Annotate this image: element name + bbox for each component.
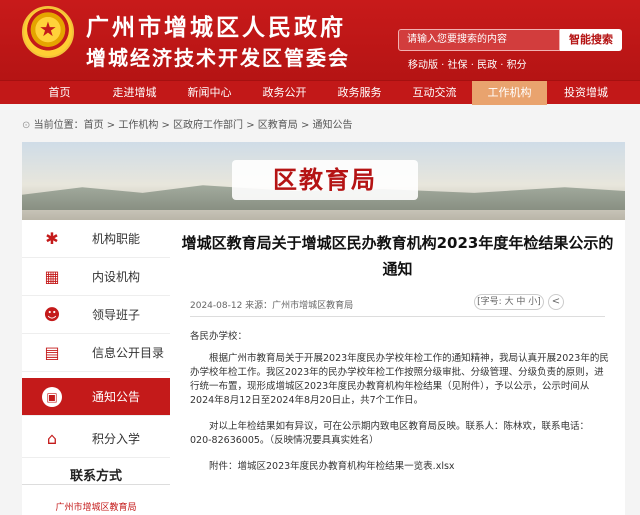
contact-org: 广州市增城区教育局 [55, 503, 137, 513]
search-button[interactable]: 智能搜索 [560, 29, 622, 51]
nav-item-home[interactable]: 首页 [22, 81, 97, 105]
nav-item-about[interactable]: 走进增城 [97, 81, 172, 105]
sidebar-item-label: 内设机构 [92, 270, 141, 284]
sidebar-item-label: 信息公开目录 [92, 346, 165, 360]
article-paragraph-2: 对以上年检结果如有异议，可在公示期内致电区教育局反映。联系人：陈林欢，联系电话：… [190, 421, 590, 446]
site-title[interactable]: 广州市增城区人民政府 [86, 8, 346, 42]
sidebar-item-functions[interactable]: ✱ 机构职能 [22, 220, 170, 258]
share-icon[interactable]: < [548, 294, 564, 310]
breadcrumb: ⊙ 当前位置：首页 > 工作机构 > 区政府工作部门 > 区教育局 > 通知公告 [22, 116, 353, 131]
people-icon: ☻ [43, 305, 61, 324]
building-icon: ▦ [44, 267, 60, 286]
national-emblem-icon: ★ [22, 6, 74, 58]
nav-item-invest[interactable]: 投资增城 [547, 81, 625, 105]
contact-title: 联系方式 [69, 469, 122, 484]
sidebar-item-notices[interactable]: ▣ 通知公告 [22, 378, 170, 416]
sidebar-item-label: 机构职能 [92, 232, 141, 246]
nav-item-open-gov[interactable]: 政务公开 [247, 81, 322, 105]
sidebar-item-label: 通知公告 [92, 390, 141, 404]
location-pin-icon: ⊙ [22, 120, 31, 131]
main-nav: 首页 走进增城 新闻中心 政务公开 政务服务 互动交流 工作机构 投资增城 [0, 80, 640, 105]
notice-icon: ▣ [42, 387, 62, 407]
nav-item-news[interactable]: 新闻中心 [172, 81, 247, 105]
banner-title: 区教育局 [232, 160, 418, 200]
site-header: ★ 广州市增城区人民政府 增城经济技术开发区管委会 请输入您要搜索的内容 智能搜… [0, 0, 640, 80]
breadcrumb-text[interactable]: 当前位置：首页 > 工作机构 > 区政府工作部门 > 区教育局 > 通知公告 [34, 120, 353, 131]
sidebar-item-label: 领导班子 [92, 308, 141, 322]
site-subtitle: 增城经济技术开发区管委会 [86, 46, 350, 70]
molecule-icon: ✱ [45, 229, 59, 248]
nav-item-agencies[interactable]: 工作机构 [472, 81, 547, 105]
sidebar-item-departments[interactable]: ▦ 内设机构 [22, 258, 170, 296]
article-salutation: 各民办学校： [190, 331, 248, 342]
sidebar-item-info-catalog[interactable]: ▤ 信息公开目录 [22, 334, 170, 372]
search-input[interactable]: 请输入您要搜索的内容 [398, 29, 560, 51]
article-title: 增城区教育局关于增城区民办教育机构2023年度年检结果公示的 通知 [170, 230, 625, 282]
article-paragraph-1: 根据广州市教育局关于开展2023年度民办学校年检工作的通知精神，我局认真开展20… [190, 353, 609, 406]
nav-item-services[interactable]: 政务服务 [322, 81, 397, 105]
school-icon: ⌂ [46, 429, 58, 448]
contact-divider [22, 484, 170, 485]
sidebar-item-leaders[interactable]: ☻ 领导班子 [22, 296, 170, 334]
sidebar-item-points-admission[interactable]: ⌂ 积分入学 [22, 420, 170, 458]
document-icon: ▤ [44, 343, 60, 362]
sidebar-item-label: 积分入学 [92, 432, 141, 446]
font-size-control[interactable]: [字号: 大 中 小] [474, 294, 544, 310]
article-title-line1: 增城区教育局关于增城区民办教育机构2023年度年检结果公示的 [181, 234, 614, 252]
article-attachment[interactable]: 附件：增城区2023年度民办教育机构年检结果一览表.xlsx [190, 460, 610, 474]
article-meta: 2024-08-12 来源：广州市增城区教育局 [190, 301, 354, 311]
article-title-line2: 通知 [382, 260, 413, 278]
department-banner: 区教育局 [22, 142, 625, 220]
nav-item-interaction[interactable]: 互动交流 [397, 81, 472, 105]
article-divider [190, 316, 605, 317]
article: 增城区教育局关于增城区民办教育机构2023年度年检结果公示的 通知 2024-0… [170, 220, 625, 515]
quick-links[interactable]: 移动版 · 社保 · 民政 · 积分 [408, 56, 527, 71]
